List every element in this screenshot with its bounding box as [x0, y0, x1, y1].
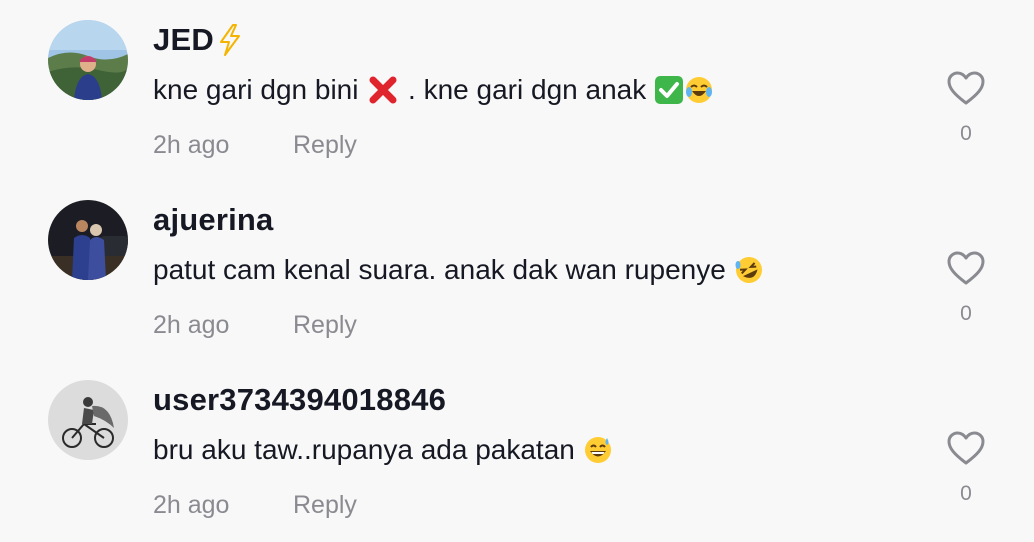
avatar[interactable] — [48, 200, 128, 280]
like-count: 0 — [960, 122, 972, 145]
comment-text-part: bru aku taw..rupanya ada pakatan — [153, 434, 583, 465]
avatar-couple-night-icon — [48, 200, 128, 280]
comment-text: kne gari dgn bini . kne gari dgn anak — [153, 74, 714, 106]
username-text: ajuerina — [153, 202, 274, 237]
username[interactable]: JED — [153, 22, 244, 58]
heart-icon[interactable] — [946, 430, 986, 466]
comment-text-part: kne gari dgn bini — [153, 74, 367, 105]
heart-icon[interactable] — [946, 250, 986, 286]
comment-meta: 2h ago Reply — [153, 131, 357, 160]
comment-meta: 2h ago Reply — [153, 311, 357, 340]
reply-button[interactable]: Reply — [293, 311, 357, 340]
timestamp: 2h ago — [153, 491, 230, 519]
cross-mark-emoji-icon — [369, 76, 397, 104]
avatar[interactable] — [48, 20, 128, 100]
avatar-cyclist-sketch-icon — [48, 380, 128, 460]
tears-of-joy-emoji-icon — [686, 77, 712, 103]
avatar-man-outdoors-icon — [48, 20, 128, 100]
comment-text: bru aku taw..rupanya ada pakatan — [153, 434, 613, 466]
username-text: user3734394018846 — [153, 382, 447, 417]
comment-list: JED kne gari dgn bini . kne gari dgn ana… — [0, 0, 1034, 542]
reply-button[interactable]: Reply — [293, 491, 357, 520]
comment-text: patut cam kenal suara. anak dak wan rupe… — [153, 254, 764, 286]
comment-text-part: patut cam kenal suara. anak dak wan rupe… — [153, 254, 734, 285]
lightning-bolt-icon — [219, 24, 240, 56]
comment-item: JED kne gari dgn bini . kne gari dgn ana… — [0, 0, 1034, 180]
comment-item: user3734394018846 bru aku taw..rupanya a… — [0, 360, 1034, 540]
timestamp: 2h ago — [153, 311, 230, 339]
check-mark-emoji-icon — [655, 76, 683, 104]
username-text: JED — [153, 22, 214, 57]
like-count: 0 — [960, 302, 972, 325]
comment-meta: 2h ago Reply — [153, 491, 357, 520]
like-count: 0 — [960, 482, 972, 505]
grinning-sweat-emoji-icon — [584, 437, 611, 463]
timestamp: 2h ago — [153, 131, 230, 159]
username[interactable]: user3734394018846 — [153, 382, 446, 418]
reply-button[interactable]: Reply — [293, 131, 357, 160]
username[interactable]: ajuerina — [153, 202, 273, 238]
heart-icon[interactable] — [946, 70, 986, 106]
comment-text-part: . kne gari dgn anak — [400, 74, 654, 105]
rolling-laughing-emoji-icon — [735, 257, 762, 283]
comment-item: ajuerina patut cam kenal suara. anak dak… — [0, 180, 1034, 360]
avatar[interactable] — [48, 380, 128, 460]
